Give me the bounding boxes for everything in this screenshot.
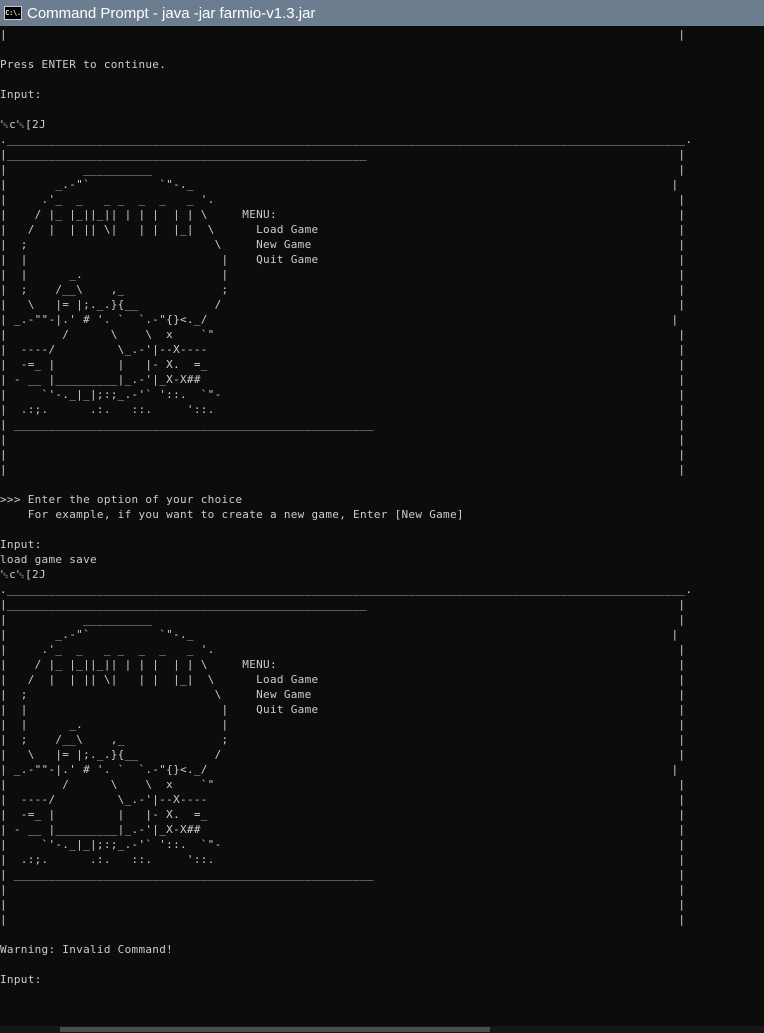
console-line: ._______________________________________…: [0, 583, 693, 596]
console-line: | \ |= |;._.}{__ / |: [0, 748, 686, 761]
title-bar[interactable]: C:\. Command Prompt - java -jar farmio-v…: [0, 0, 764, 26]
console-line: Warning: Invalid Command!: [0, 943, 174, 956]
console-line: | - __ |_________|_.-'|_X-X## |: [0, 823, 686, 836]
console-line: >>> Enter the option of your choice: [0, 493, 243, 506]
console-line: | |: [0, 433, 686, 446]
console-line: ␛c␛[2J: [0, 568, 46, 581]
command-prompt-icon[interactable]: C:\.: [4, 6, 22, 20]
console-line: | / |_ |_||_|| | | | | | \ MENU: |: [0, 208, 686, 221]
console-output[interactable]: | | Press ENTER to continue. Input: ␛c␛[2J.…: [0, 27, 764, 1025]
console-line: | .'_ _ _ _ _ _ _ '. |: [0, 193, 686, 206]
console-line: load game save: [0, 553, 97, 566]
console-line: | |: [0, 913, 686, 926]
console-line: | \ |= |;._.}{__ / |: [0, 298, 686, 311]
console-line: | / | | || \| | | |_| \ Load Game |: [0, 223, 686, 236]
console-line: Input:: [0, 88, 42, 101]
console-line: Input:: [0, 973, 42, 986]
console-line: | |: [0, 883, 686, 896]
console-line: | ; \ New Game |: [0, 688, 686, 701]
console-line: | ----/ \_.-'|--X---- |: [0, 793, 686, 806]
console-line: |_______________________________________…: [0, 598, 686, 611]
console-line: | / \ \ x `" |: [0, 328, 686, 341]
console-line: | |: [0, 463, 686, 476]
console-line: | ; \ New Game |: [0, 238, 686, 251]
console-line: | _.-"` `"-._ |: [0, 178, 679, 191]
console-line: | ; /__\ ,_ ; |: [0, 283, 686, 296]
console-line: | | _. | |: [0, 268, 686, 281]
window-title: Command Prompt - java -jar farmio-v1.3.j…: [27, 4, 316, 22]
console-line: | ______________________________________…: [0, 868, 686, 881]
console-line: |_______________________________________…: [0, 148, 686, 161]
console-line: | `'-._|_|;:;_.-'` '::. `"- |: [0, 838, 686, 851]
console-line: | __________ |: [0, 163, 686, 176]
console-line: | __________ |: [0, 613, 686, 626]
console-line: | .'_ _ _ _ _ _ _ '. |: [0, 643, 686, 656]
console-line: | / | | || \| | | |_| \ Load Game |: [0, 673, 686, 686]
scrollbar-thumb[interactable]: [60, 1027, 490, 1032]
console-line: | `'-._|_|;:;_.-'` '::. `"- |: [0, 388, 686, 401]
console-line: | ----/ \_.-'|--X---- |: [0, 343, 686, 356]
console-line: Press ENTER to continue.: [0, 58, 167, 71]
console-line: | |: [0, 898, 686, 911]
console-line: ._______________________________________…: [0, 133, 693, 146]
console-line: | .:;. .:. ::. '::. |: [0, 853, 686, 866]
console-line: | -=_ | | |- X. =_ |: [0, 808, 686, 821]
console-line: | | | Quit Game |: [0, 253, 686, 266]
console-line: ␛c␛[2J: [0, 118, 46, 131]
console-line: | / \ \ x `" |: [0, 778, 686, 791]
console-line: | - __ |_________|_.-'|_X-X## |: [0, 373, 686, 386]
console-line: For example, if you want to create a new…: [0, 508, 464, 521]
console-line: | .:;. .:. ::. '::. |: [0, 403, 686, 416]
console-line: | / |_ |_||_|| | | | | | \ MENU: |: [0, 658, 686, 671]
console-line: | | _. | |: [0, 718, 686, 731]
console-line: | |: [0, 448, 686, 461]
console-line: | -=_ | | |- X. =_ |: [0, 358, 686, 371]
console-line: | _.-""-|.' # '. ` `.-"{}<._/ |: [0, 313, 679, 326]
console-line: | ; /__\ ,_ ; |: [0, 733, 686, 746]
horizontal-scrollbar[interactable]: [0, 1026, 764, 1033]
console-line: Input:: [0, 538, 42, 551]
console-line: | |: [0, 28, 686, 41]
console-line: | _.-"` `"-._ |: [0, 628, 679, 641]
console-line: | _.-""-|.' # '. ` `.-"{}<._/ |: [0, 763, 679, 776]
console-line: | | | Quit Game |: [0, 703, 686, 716]
console-line: | ______________________________________…: [0, 418, 686, 431]
